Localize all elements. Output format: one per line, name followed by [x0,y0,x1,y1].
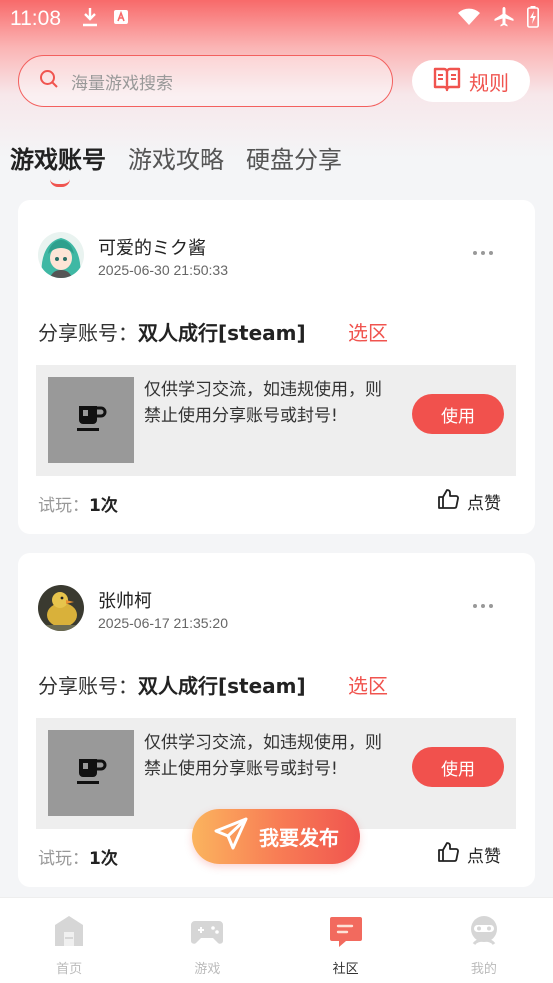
avatar[interactable] [38,232,84,278]
bottom-nav: 首页 游戏 社区 我的 [0,897,553,983]
nav-label: 社区 [332,962,359,977]
search-placeholder: 海量游戏搜索 [71,73,173,94]
nav-label: 我的 [470,962,497,977]
notice-text: 仅供学习交流，如违规使用，则禁止使用分享账号或封号! [144,733,382,779]
battery-icon [527,6,539,32]
tab-label: 硬盘分享 [246,146,342,174]
account-thumbnail [48,730,134,816]
account-notice-box: 仅供学习交流，如违规使用，则禁止使用分享账号或封号! 使用 [36,365,516,476]
thumbs-up-icon [437,488,459,515]
tab-disk-share[interactable]: 硬盘分享 [246,140,342,175]
share-label: 分享账号： [38,321,138,345]
more-options-icon[interactable] [473,604,493,608]
share-account-name: 双人成行[steam] [138,674,306,698]
coffee-cup-icon [75,756,107,790]
search-row: 海量游戏搜索 规则 [18,55,530,107]
avatar[interactable] [38,585,84,631]
community-icon [328,914,364,952]
like-label: 点赞 [467,494,501,514]
search-input[interactable]: 海量游戏搜索 [18,55,393,107]
app-notification-icon [113,9,129,29]
post-username[interactable]: 可爱的ミク酱 [98,234,206,260]
nav-item-community[interactable]: 社区 [277,898,415,983]
post-time: 2025-06-30 21:50:33 [98,262,228,278]
tab-game-guides[interactable]: 游戏攻略 [128,140,224,175]
trial-count: 1次 [89,496,118,516]
trial-count: 1次 [89,849,118,869]
trial-count-row: 试玩：1次 [38,491,118,516]
tab-label: 游戏账号 [10,146,106,174]
use-account-button[interactable]: 使用 [412,747,504,787]
post-username[interactable]: 张帅柯 [98,587,152,613]
book-icon [433,66,461,97]
nav-label: 游戏 [194,962,221,977]
notice-text: 仅供学习交流，如违规使用，则禁止使用分享账号或封号! [144,380,382,426]
wifi-icon [457,8,481,30]
use-account-button[interactable]: 使用 [412,394,504,434]
select-region-link[interactable]: 选区 [348,670,388,699]
share-account-row: 分享账号：双人成行[steam] [38,670,306,699]
nav-item-games[interactable]: 游戏 [138,898,276,983]
select-region-link[interactable]: 选区 [348,317,388,346]
nav-item-profile[interactable]: 我的 [415,898,553,983]
airplane-icon [493,6,515,32]
publish-label: 我要发布 [259,826,339,850]
search-icon [39,69,59,93]
nav-item-home[interactable]: 首页 [0,898,138,983]
coffee-cup-icon [75,403,107,437]
like-button[interactable]: 点赞 [437,841,501,868]
share-label: 分享账号： [38,674,138,698]
publish-button[interactable]: 我要发布 [192,809,360,864]
home-icon [51,914,87,952]
trial-count-row: 试玩：1次 [38,844,118,869]
rules-label: 规则 [469,70,509,95]
post-time: 2025-06-17 21:35:20 [98,615,228,631]
more-options-icon[interactable] [473,251,493,255]
status-time: 11:08 [10,7,61,30]
account-thumbnail [48,377,134,463]
download-icon [81,7,99,31]
send-plane-icon [213,816,249,857]
profile-icon [466,914,502,952]
thumbs-up-icon [437,841,459,868]
share-account-row: 分享账号：双人成行[steam] [38,317,306,346]
status-bar: 11:08 [0,0,553,38]
trial-label: 试玩： [38,849,89,869]
like-button[interactable]: 点赞 [437,488,501,515]
rules-button[interactable]: 规则 [412,60,530,102]
gamepad-icon [189,914,225,952]
nav-label: 首页 [56,962,83,977]
tab-label: 游戏攻略 [128,146,224,174]
trial-label: 试玩： [38,496,89,516]
post-card: 可爱的ミク酱 2025-06-30 21:50:33 分享账号：双人成行[ste… [18,200,535,534]
tab-game-accounts[interactable]: 游戏账号 [10,140,106,187]
like-label: 点赞 [467,847,501,867]
share-account-name: 双人成行[steam] [138,321,306,345]
content-tabs: 游戏账号 游戏攻略 硬盘分享 [10,140,342,187]
